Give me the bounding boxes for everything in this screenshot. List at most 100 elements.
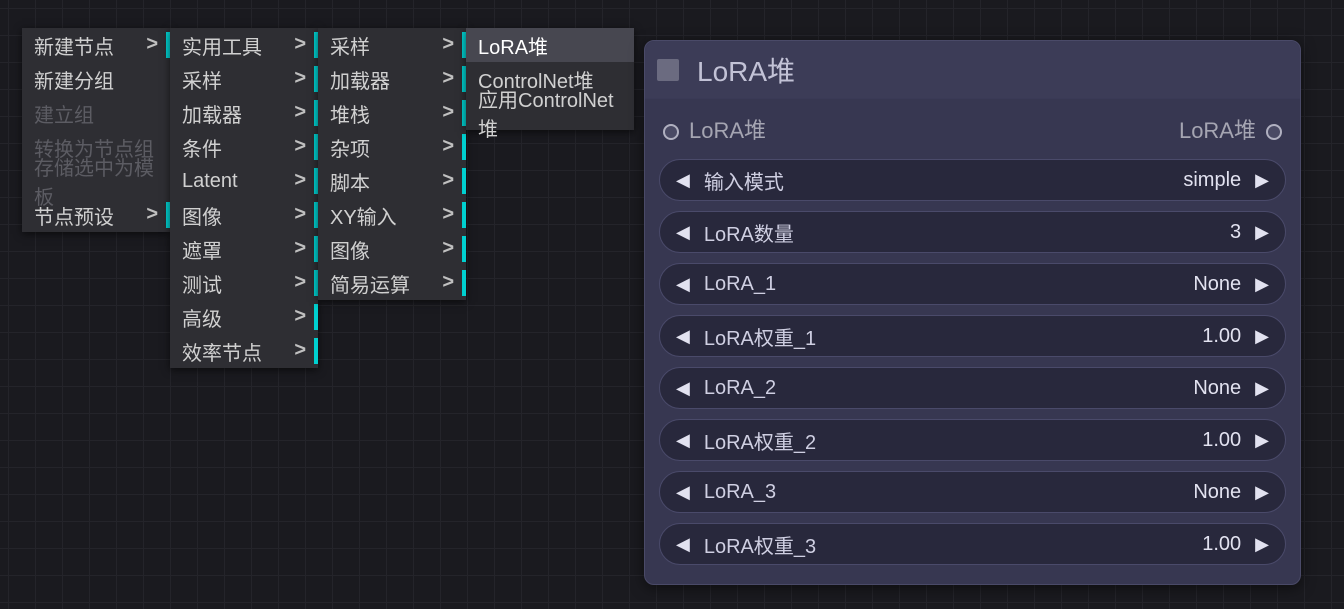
triangle-left-icon[interactable]: ◀ — [676, 326, 690, 347]
context-menu-col-2: 实用工具> 采样> 加载器> 条件> Latent> 图像> 遮罩> 测试> 高… — [170, 28, 318, 368]
menu-item[interactable]: 杂项 > — [318, 130, 466, 164]
node-output-port[interactable]: LoRA堆 — [1179, 113, 1282, 145]
widget-label: LoRA_3 — [704, 481, 1194, 504]
chevron-right-icon: > — [146, 203, 158, 226]
chevron-right-icon: > — [294, 101, 306, 124]
triangle-left-icon[interactable]: ◀ — [676, 222, 690, 243]
submenu-indicator — [314, 338, 318, 364]
menu-item-apply-controlnet-stack[interactable]: 应用ControlNet堆 — [466, 96, 634, 130]
node-header[interactable]: LoRA堆 — [645, 41, 1300, 99]
menu-label: 效率节点 — [182, 337, 262, 366]
triangle-left-icon[interactable]: ◀ — [676, 482, 690, 503]
menu-item[interactable]: 遮罩 > — [170, 232, 318, 266]
widget-label: 输入模式 — [704, 166, 1184, 195]
submenu-indicator — [462, 202, 466, 228]
menu-item[interactable]: 图像> — [170, 198, 318, 232]
node-lora-stack[interactable]: LoRA堆 LoRA堆 LoRA堆 ◀ 输入模式 simple ▶ ◀ LoRA… — [644, 40, 1301, 585]
context-menu-col-3: 采样> 加载器> 堆栈> 杂项> 脚本> XY输入> 图像> 简易运算> — [318, 28, 466, 300]
widget-value: None — [1193, 481, 1241, 504]
widget-label: LoRA权重_1 — [704, 322, 1202, 351]
menu-label: 图像 — [182, 201, 222, 230]
triangle-right-icon[interactable]: ▶ — [1255, 274, 1269, 295]
menu-label: 建立组 — [34, 99, 94, 128]
submenu-indicator — [462, 236, 466, 262]
menu-label: 条件 — [182, 133, 222, 162]
widget-lora-weight-1[interactable]: ◀ LoRA权重_1 1.00 ▶ — [659, 315, 1286, 357]
triangle-right-icon[interactable]: ▶ — [1255, 378, 1269, 399]
menu-item[interactable]: 采样> — [318, 28, 466, 62]
node-io-row: LoRA堆 LoRA堆 — [645, 99, 1300, 155]
chevron-right-icon: > — [294, 339, 306, 362]
menu-label: 新建节点 — [34, 31, 114, 60]
triangle-right-icon[interactable]: ▶ — [1255, 326, 1269, 347]
chevron-right-icon: > — [294, 135, 306, 158]
menu-item[interactable]: XY输入> — [318, 198, 466, 232]
menu-label: 简易运算 — [330, 269, 410, 298]
menu-label: 高级 — [182, 303, 222, 332]
collapse-toggle-icon[interactable] — [657, 59, 679, 81]
triangle-right-icon[interactable]: ▶ — [1255, 170, 1269, 191]
widget-value: 1.00 — [1202, 533, 1241, 556]
chevron-right-icon: > — [442, 271, 454, 294]
menu-item[interactable]: 脚本> — [318, 164, 466, 198]
triangle-left-icon[interactable]: ◀ — [676, 534, 690, 555]
menu-label: 堆栈 — [330, 99, 370, 128]
menu-item[interactable]: 效率节点 > — [170, 334, 318, 368]
menu-item[interactable]: 堆栈 > — [318, 96, 466, 130]
menu-item[interactable]: 采样> — [170, 62, 318, 96]
widget-input-mode[interactable]: ◀ 输入模式 simple ▶ — [659, 159, 1286, 201]
chevron-right-icon: > — [294, 237, 306, 260]
submenu-indicator — [462, 168, 466, 194]
menu-label: 杂项 — [330, 133, 370, 162]
widget-value: 1.00 — [1202, 429, 1241, 452]
submenu-indicator — [462, 134, 466, 160]
widget-label: LoRA权重_3 — [704, 530, 1202, 559]
port-dot-icon — [663, 124, 679, 140]
widget-lora-1[interactable]: ◀ LoRA_1 None ▶ — [659, 263, 1286, 305]
triangle-left-icon[interactable]: ◀ — [676, 378, 690, 399]
menu-item[interactable]: 加载器> — [318, 62, 466, 96]
widget-lora-weight-2[interactable]: ◀ LoRA权重_2 1.00 ▶ — [659, 419, 1286, 461]
menu-item-lora-stack[interactable]: LoRA堆 — [466, 28, 634, 62]
triangle-left-icon[interactable]: ◀ — [676, 170, 690, 191]
menu-item[interactable]: 高级 > — [170, 300, 318, 334]
widget-lora-count[interactable]: ◀ LoRA数量 3 ▶ — [659, 211, 1286, 253]
widget-lora-2[interactable]: ◀ LoRA_2 None ▶ — [659, 367, 1286, 409]
menu-item[interactable]: 加载器 > — [170, 96, 318, 130]
node-input-port[interactable]: LoRA堆 — [663, 113, 766, 145]
chevron-right-icon: > — [294, 305, 306, 328]
chevron-right-icon: > — [294, 169, 306, 192]
triangle-left-icon[interactable]: ◀ — [676, 274, 690, 295]
menu-item-new-node[interactable]: 新建节点 > — [22, 28, 170, 62]
triangle-left-icon[interactable]: ◀ — [676, 430, 690, 451]
node-input-label: LoRA堆 — [689, 118, 766, 143]
node-title: LoRA堆 — [697, 50, 795, 90]
context-menu-col-1: 新建节点 > 新建分组 建立组 转换为节点组 存储选中为模板 节点预设 > — [22, 28, 170, 232]
menu-item-node-preset[interactable]: 节点预设 > — [22, 198, 170, 232]
chevron-right-icon: > — [442, 67, 454, 90]
menu-item-save-template: 存储选中为模板 — [22, 164, 170, 198]
menu-item[interactable]: 实用工具> — [170, 28, 318, 62]
widget-lora-3[interactable]: ◀ LoRA_3 None ▶ — [659, 471, 1286, 513]
widget-value: 1.00 — [1202, 325, 1241, 348]
menu-item[interactable]: 测试> — [170, 266, 318, 300]
triangle-right-icon[interactable]: ▶ — [1255, 430, 1269, 451]
menu-item[interactable]: Latent> — [170, 164, 318, 198]
menu-item-new-group[interactable]: 新建分组 — [22, 62, 170, 96]
chevron-right-icon: > — [442, 203, 454, 226]
triangle-right-icon[interactable]: ▶ — [1255, 534, 1269, 555]
menu-item[interactable]: 条件 > — [170, 130, 318, 164]
menu-label: 加载器 — [182, 99, 242, 128]
menu-item[interactable]: 图像> — [318, 232, 466, 266]
node-body: ◀ 输入模式 simple ▶ ◀ LoRA数量 3 ▶ ◀ LoRA_1 No… — [645, 155, 1300, 585]
triangle-right-icon[interactable]: ▶ — [1255, 222, 1269, 243]
menu-item[interactable]: 简易运算 > — [318, 266, 466, 300]
menu-label: 遮罩 — [182, 235, 222, 264]
chevron-right-icon: > — [294, 67, 306, 90]
menu-label: 节点预设 — [34, 201, 114, 230]
chevron-right-icon: > — [442, 101, 454, 124]
triangle-right-icon[interactable]: ▶ — [1255, 482, 1269, 503]
chevron-right-icon: > — [442, 135, 454, 158]
widget-lora-weight-3[interactable]: ◀ LoRA权重_3 1.00 ▶ — [659, 523, 1286, 565]
menu-label: 脚本 — [330, 167, 370, 196]
